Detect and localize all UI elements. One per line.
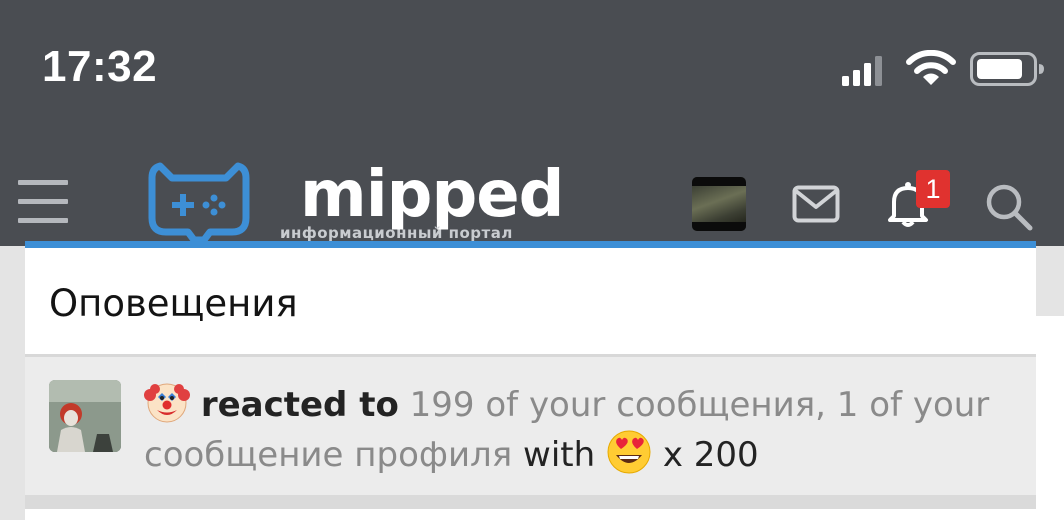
wifi-icon — [906, 50, 956, 85]
hamburger-menu-icon[interactable] — [18, 180, 70, 224]
clown-avatar-image — [49, 380, 121, 452]
notification-badge: 1 — [916, 170, 950, 208]
notification-avatar[interactable] — [49, 380, 121, 452]
notifications-dropdown: Оповещения reacted to 199 of your сообще… — [25, 241, 1036, 520]
page-card — [1036, 316, 1064, 520]
user-avatar[interactable] — [692, 177, 746, 231]
list-item — [25, 509, 1036, 520]
mail-icon[interactable] — [792, 185, 840, 223]
notification-action: reacted to — [200, 385, 399, 425]
status-bar: 17:32 — [0, 0, 1064, 130]
notification-with-label: with — [523, 435, 596, 475]
signal-icon — [842, 56, 882, 86]
dropdown-title: Оповещения — [49, 282, 298, 325]
site-logo[interactable]: mipped информационный портал — [148, 158, 578, 246]
notification-item[interactable]: reacted to 199 of your сообщения, 1 of y… — [25, 357, 1036, 495]
logo-subtitle: информационный портал — [280, 224, 513, 242]
clown-face-emoji — [144, 383, 190, 423]
battery-icon — [970, 52, 1044, 86]
status-time: 17:32 — [42, 42, 158, 91]
logo-text: mipped — [300, 158, 564, 232]
gamepad-icon — [148, 162, 250, 242]
notification-text: reacted to 199 of your сообщения, 1 of y… — [144, 379, 1024, 479]
notification-count: x 200 — [662, 435, 759, 475]
heart-eyes-emoji — [607, 430, 651, 474]
site-header: mipped информационный портал 1 — [0, 130, 1064, 246]
divider — [25, 495, 1036, 509]
search-icon[interactable] — [984, 182, 1034, 232]
